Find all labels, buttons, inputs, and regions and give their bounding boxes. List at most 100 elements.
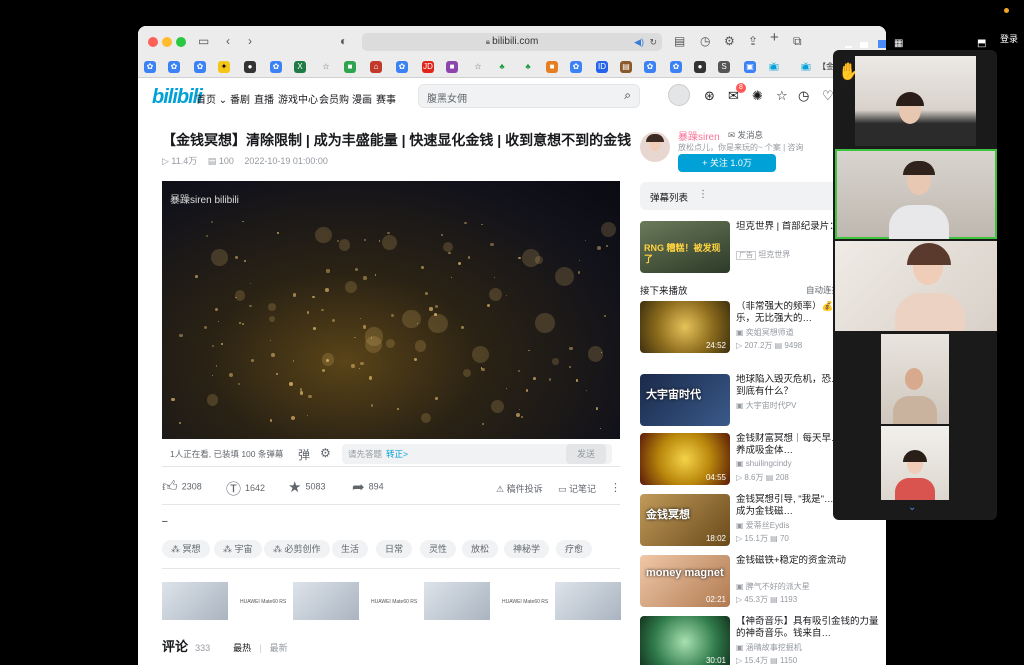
bookmark-icon[interactable]: ▣ (744, 61, 756, 73)
minimize-icon[interactable] (845, 46, 852, 48)
exit-fullscreen-icon[interactable]: ⬒ (977, 39, 986, 49)
bookmark-icon[interactable]: ⌂ (370, 61, 382, 73)
bookmark-icon[interactable]: ✿ (144, 61, 156, 73)
bookmark-icon[interactable]: S (718, 61, 730, 73)
sort-hot[interactable]: 最热 (233, 643, 251, 653)
danmaku-list-more-icon[interactable]: ⋮ (698, 189, 708, 200)
vip-icon[interactable]: ⊛ (704, 88, 715, 104)
close-window-button[interactable] (148, 37, 158, 47)
share-icon[interactable]: ⇪ (748, 34, 758, 48)
tag-chip[interactable]: 疗愈 (556, 540, 593, 558)
follow-button[interactable]: + 关注 1.0万 (678, 154, 776, 172)
tag-chip[interactable]: 放松 (462, 540, 499, 558)
tab-overview-icon[interactable]: ⧉ (793, 34, 802, 48)
participant-tile-4[interactable] (881, 334, 949, 424)
danmaku-input[interactable]: 请先答题 转正> 发送 (342, 444, 612, 464)
bookmark-icon[interactable]: ■ (446, 61, 458, 73)
video-player[interactable]: 暴躁siren bilibili (162, 181, 620, 439)
nav-live[interactable]: 直播 (254, 91, 274, 106)
address-bar[interactable]: 🔒︎ bilibili.com ◀) ↻ (362, 33, 662, 51)
bookmark-jd-icon[interactable]: JD (422, 61, 434, 73)
new-tab-icon[interactable]: + (770, 30, 779, 45)
tag-chip[interactable]: ⁂ 冥想 (162, 540, 210, 558)
danmaku-settings-icon[interactable]: ⚙ (320, 446, 331, 460)
danmaku-verify-link[interactable]: 转正> (386, 448, 408, 460)
tag-chip[interactable]: 生活 (332, 540, 369, 558)
bookmark-bilibili-icon[interactable]: 📺︎ (768, 61, 780, 73)
audio-playing-icon[interactable]: ◀) (634, 33, 644, 51)
creator-icon[interactable]: ♡ (822, 88, 834, 104)
bookmark-icon[interactable]: ♣ (496, 61, 508, 73)
bookmark-icon[interactable]: ▤ (620, 61, 632, 73)
uploader-avatar[interactable] (640, 132, 670, 162)
nav-game-center[interactable]: 游戏中心 (278, 91, 318, 106)
participant-tile-1[interactable] (855, 56, 976, 146)
history-icon[interactable]: ◷ (798, 88, 809, 104)
sort-new[interactable]: 最新 (270, 643, 288, 653)
search-icon[interactable]: ⌕ (624, 88, 631, 103)
like-button[interactable]: 👍︎ 2308 (162, 478, 202, 496)
favorites-icon[interactable]: ☆ (776, 88, 788, 104)
user-avatar[interactable] (668, 84, 690, 106)
danmaku-send-button[interactable]: 发送 (566, 444, 606, 464)
tag-chip[interactable]: 灵性 (420, 540, 457, 558)
forward-icon[interactable]: › (248, 34, 252, 48)
nav-manga[interactable]: 漫画 (352, 91, 372, 106)
send-message-button[interactable]: ✉ 发消息 (728, 129, 763, 141)
bookmark-icon[interactable]: ✿ (644, 61, 656, 73)
bookmark-bilibili-icon[interactable]: 📺︎ (800, 61, 812, 73)
bookmark-excel-icon[interactable]: X (294, 61, 306, 73)
gallery-view-icon[interactable]: ▦ (894, 39, 903, 49)
bookmark-star-icon[interactable]: ☆ (320, 61, 332, 73)
tag-chip[interactable]: 神秘学 (504, 540, 550, 558)
minimize-window-button[interactable] (162, 37, 172, 47)
bookmark-icon[interactable]: ✦ (218, 61, 230, 73)
privacy-shield-icon[interactable]: ◐ (340, 34, 347, 48)
recommended-video[interactable]: 30:01 【神奇音乐】具有吸引金钱的力量的神奇音乐。钱来自… ▣ 涵晴故事挖掘机 ▷… (640, 616, 886, 665)
bookmark-icon[interactable]: ✿ (396, 61, 408, 73)
bookmark-icon[interactable]: ■ (344, 61, 356, 73)
zoom-window-button[interactable] (176, 37, 186, 47)
settings-gear-icon[interactable]: ⚙ (724, 34, 735, 48)
tag-chip[interactable]: ⁂ 必剪创作 (264, 540, 330, 558)
tag-chip[interactable]: ⁂ 宇宙 (214, 540, 262, 558)
history-icon[interactable]: ◷ (700, 34, 710, 48)
danmaku-toggle-icon[interactable]: 弹 (298, 446, 310, 463)
scroll-down-icon[interactable]: ⌄ (908, 502, 916, 513)
uploader-name[interactable]: 暴躁siren (678, 128, 720, 143)
bookmark-icon[interactable]: ♣ (522, 61, 534, 73)
bookmark-star-icon[interactable]: ☆ (472, 61, 484, 73)
nav-anime[interactable]: 番剧 (230, 91, 250, 106)
bookmark-icon[interactable]: ID (596, 61, 608, 73)
bookmark-icon[interactable]: ✿ (670, 61, 682, 73)
dynamics-icon[interactable]: ✺ (752, 88, 763, 104)
note-button[interactable]: ▭ 记笔记 (558, 482, 596, 495)
report-button[interactable]: ⚠ 稿件投诉 (496, 482, 543, 495)
tag-chip[interactable]: 日常 (376, 540, 413, 558)
bookmark-icon[interactable]: ✿ (270, 61, 282, 73)
search-box[interactable]: 腹黑女佣 ⌕ (418, 84, 640, 108)
participant-tile-2-active[interactable] (835, 149, 997, 239)
recommended-video[interactable]: money magnet 02:21 金钱磁铁+稳定的资金流动 ▣ 脾气不好的派大星 ▷… (640, 555, 886, 609)
participant-tile-3[interactable] (835, 241, 997, 331)
share-button[interactable]: ➦ 894 (352, 478, 384, 496)
favorite-button[interactable]: ★ 5083 (288, 478, 325, 496)
nav-shop[interactable]: 会员购 (319, 91, 349, 106)
bookmark-icon[interactable]: ✿ (570, 61, 582, 73)
bookmark-wechat-icon[interactable]: ● (694, 61, 706, 73)
danmaku-list-toggle[interactable]: 弹幕列表 ⋮ (640, 182, 840, 210)
strip-view-icon[interactable] (878, 40, 886, 48)
reader-icon[interactable]: ▤ (674, 34, 685, 48)
coin-button[interactable]: Ⓣ 1642 (226, 478, 265, 499)
speaker-view-icon[interactable] (860, 42, 868, 48)
login-label[interactable]: 登录 (1000, 32, 1018, 45)
active-tab-label[interactable]: 【金 (818, 61, 834, 72)
bookmark-icon[interactable]: ✿ (168, 61, 180, 73)
bilibili-logo[interactable]: bilibili (152, 86, 203, 109)
bookmark-icon[interactable]: ✿ (194, 61, 206, 73)
back-icon[interactable]: ‹ (226, 34, 230, 48)
more-options-icon[interactable]: ⋮ (610, 481, 621, 494)
bookmark-wechat-icon[interactable]: ● (244, 61, 256, 73)
participant-tile-5[interactable] (881, 426, 949, 500)
nav-home[interactable]: 首页 ⌄ (196, 91, 227, 106)
